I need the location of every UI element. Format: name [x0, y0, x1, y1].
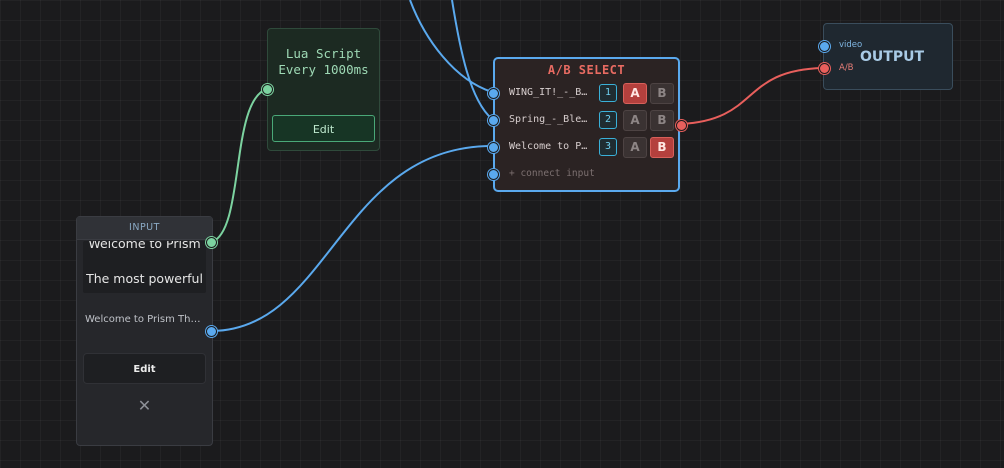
output-title: OUTPUT [860, 49, 924, 65]
close-icon[interactable]: ✕ [77, 396, 212, 415]
ab-select-node[interactable]: A/B SELECT WING_IT!_-_Bl… 1 A B Spring_-… [488, 57, 687, 192]
ab-input-index: 1 [599, 84, 617, 102]
edge-blue-2 [451, 0, 493, 120]
ab-select-a-button[interactable]: A [623, 110, 647, 131]
ab-input-name: WING_IT!_-_Bl… [509, 87, 593, 98]
input-edit-button[interactable]: Edit [83, 353, 206, 384]
edge-blue-1 [409, 0, 493, 93]
input-node[interactable]: INPUT Welcome to Prism The most powerful… [76, 216, 217, 446]
ab-input-port-new[interactable] [488, 169, 499, 180]
output-video-label: video [839, 40, 863, 50]
lua-node-title: Lua Script Every 1000ms [268, 46, 379, 78]
ab-select-b-button[interactable]: B [650, 110, 674, 131]
ab-input-name: Welcome to Pr… [509, 141, 593, 152]
output-ab-label: A/B [839, 63, 854, 73]
ab-input-port-1[interactable] [488, 88, 499, 99]
ab-select-b-button[interactable]: B [650, 137, 674, 158]
ab-input-row-1: WING_IT!_-_Bl… 1 A B [505, 82, 675, 106]
ab-select-title: A/B SELECT [547, 63, 626, 77]
ab-input-row-3: Welcome to Pr… 3 A B [505, 136, 675, 160]
edge-red [680, 67, 824, 125]
ab-input-port-2[interactable] [488, 115, 499, 126]
edge-green [211, 88, 268, 243]
ab-input-index: 2 [599, 111, 617, 129]
ab-output-port[interactable] [676, 120, 687, 131]
input-text-value: Welcome to Prism The most powerful [85, 314, 206, 325]
input-output-port-green[interactable] [206, 237, 217, 248]
ab-input-port-3[interactable] [488, 142, 499, 153]
ab-input-row-2: Spring_-_Blen… 2 A B [505, 109, 675, 133]
preview-line-1: Welcome to Prism [88, 241, 201, 251]
lua-edit-button[interactable]: Edit [272, 115, 375, 142]
output-node[interactable]: video OUTPUT A/B [819, 23, 953, 90]
ab-select-a-button[interactable]: A [623, 137, 647, 158]
edge-blue-3 [211, 145, 493, 332]
input-text-preview: Welcome to Prism The most powerful [83, 241, 206, 293]
output-video-port[interactable] [819, 41, 830, 52]
ab-select-b-button[interactable]: B [650, 83, 674, 104]
lua-title-line2: Every 1000ms [278, 62, 369, 77]
ab-select-a-button[interactable]: A [623, 83, 647, 104]
lua-script-node[interactable]: Lua Script Every 1000ms Edit [262, 28, 380, 151]
lua-title-line1: Lua Script [285, 46, 362, 61]
input-output-port-blue[interactable] [206, 326, 217, 337]
ab-input-index: 3 [599, 138, 617, 156]
preview-line-2: The most powerful [86, 271, 203, 286]
connect-input-placeholder[interactable]: + connect input [509, 168, 595, 179]
lua-input-port[interactable] [262, 84, 273, 95]
output-ab-port[interactable] [819, 63, 830, 74]
ab-input-name: Spring_-_Blen… [509, 114, 593, 125]
input-node-header: INPUT [77, 217, 212, 240]
